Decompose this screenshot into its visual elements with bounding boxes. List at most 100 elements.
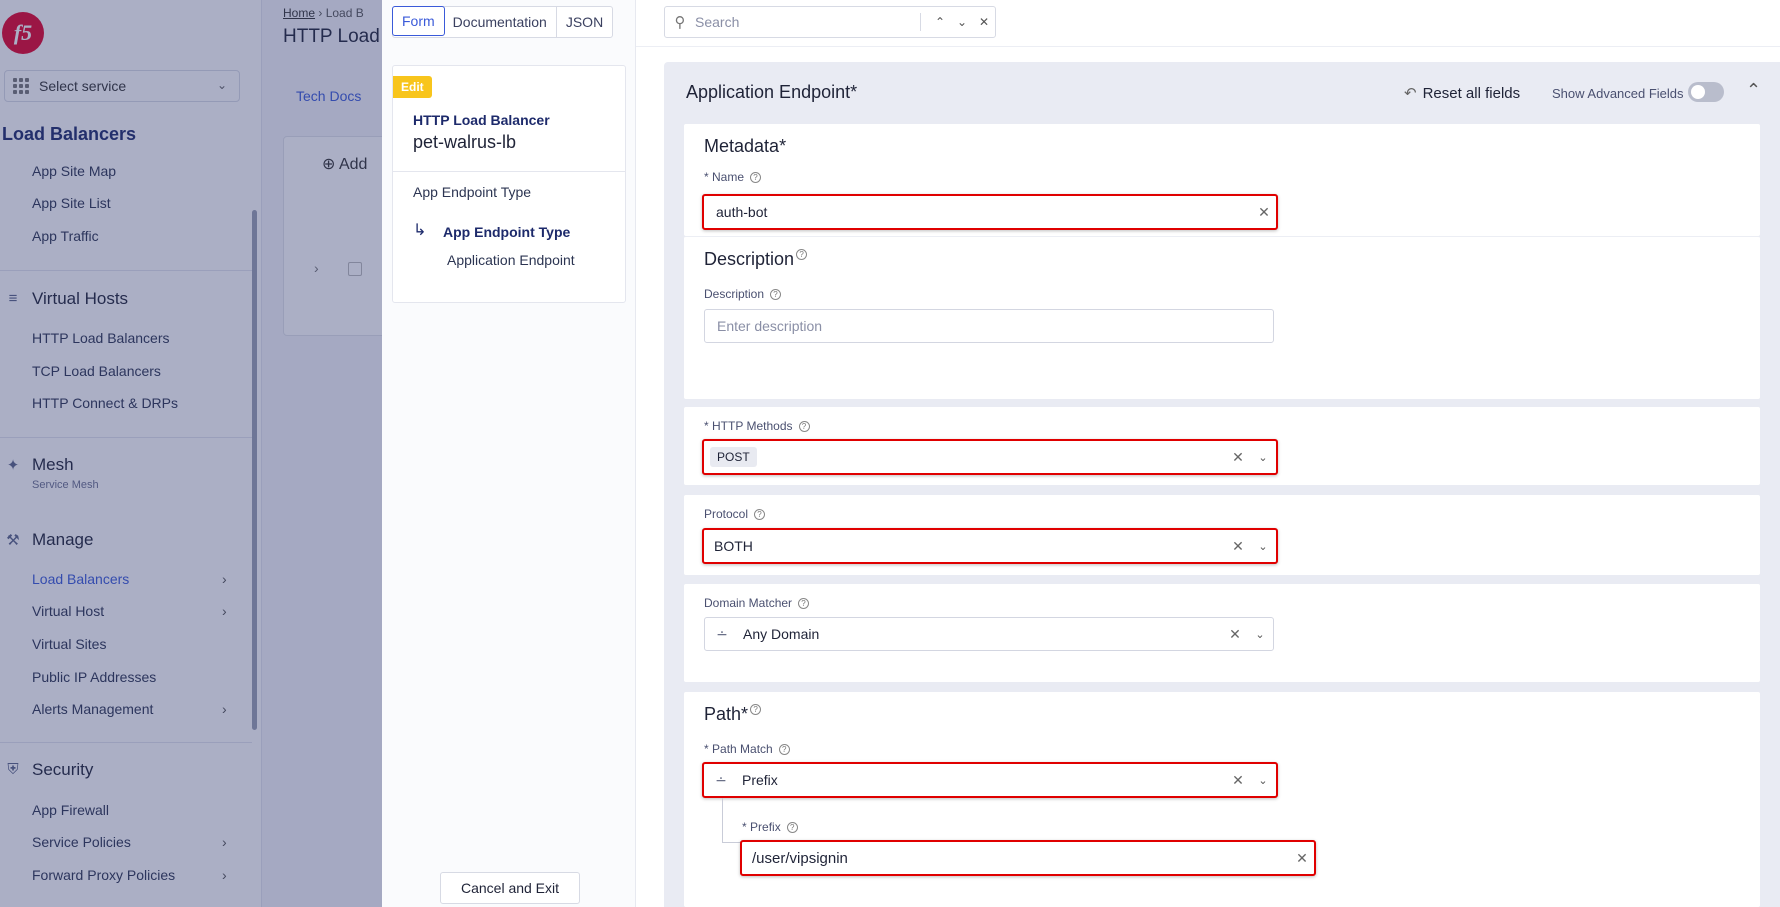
name-label: * Name? (704, 170, 762, 184)
cancel-and-exit-button[interactable]: Cancel and Exit (440, 872, 580, 904)
help-icon[interactable]: ? (796, 249, 808, 260)
protocol-label: Protocol? (704, 507, 766, 521)
help-icon[interactable]: ? (786, 822, 798, 834)
prefix-label-text: Prefix (750, 820, 781, 834)
path-match-label-text: Path Match (712, 742, 773, 756)
tab-json[interactable]: JSON (557, 7, 612, 37)
metadata-title: Metadata* (704, 136, 786, 157)
nav-item-application-endpoint[interactable]: Application Endpoint (447, 252, 575, 268)
http-methods-select[interactable]: POST ✕ ⌄ (702, 439, 1278, 475)
reset-all-fields-button[interactable]: ↶ Reset all fields (1404, 84, 1521, 103)
help-icon[interactable]: ? (754, 509, 766, 521)
reset-label: Reset all fields (1422, 84, 1521, 102)
nav-item-app-endpoint-type-active[interactable]: App Endpoint Type (443, 224, 570, 240)
object-type: HTTP Load Balancer (413, 112, 550, 128)
divider (920, 13, 921, 31)
help-icon[interactable]: ? (750, 172, 762, 184)
description-panel: Description? Description? Enter descript… (684, 236, 1760, 399)
toggle-knob (1691, 85, 1705, 99)
path-match-value: Prefix (742, 772, 778, 788)
tab-form[interactable]: Form (392, 6, 445, 36)
chevron-down-icon[interactable]: ⌄ (1250, 774, 1276, 787)
help-icon[interactable]: ? (798, 598, 810, 610)
description-title: Description? (704, 249, 808, 270)
prefix-value: /user/vipsignin (752, 849, 848, 867)
section-title: Application Endpoint* (686, 82, 857, 103)
drawer-nav-pane: Form Documentation JSON Edit HTTP Load B… (382, 0, 636, 907)
reset-icon: ↶ (1404, 85, 1417, 102)
advanced-fields-toggle[interactable] (1688, 82, 1724, 102)
clear-icon[interactable]: ✕ (1223, 626, 1247, 643)
form-search: ⚲ Search ⌃ ⌄ ✕ (664, 6, 996, 38)
description-label: Description? (704, 287, 782, 301)
sub-arrow-icon: ↳ (413, 222, 427, 239)
protocol-value: BOTH (714, 538, 753, 554)
app-root: f5 Select service ⌄ Load Balancers App S… (0, 0, 1780, 907)
tab-documentation[interactable]: Documentation (444, 7, 557, 37)
help-icon[interactable]: ? (798, 421, 810, 433)
prefix-field[interactable]: /user/vipsignin ✕ (740, 840, 1316, 876)
chevron-down-icon[interactable]: ⌄ (1250, 451, 1276, 464)
http-methods-panel: * HTTP Methods? POST ✕ ⌄ (684, 407, 1760, 485)
http-methods-label: * HTTP Methods? (704, 419, 810, 433)
path-match-label: * Path Match? (704, 742, 790, 756)
clear-icon[interactable]: ✕ (1226, 449, 1250, 466)
domain-matcher-label: Domain Matcher? (704, 596, 810, 610)
protocol-select[interactable]: BOTH ✕ ⌄ (702, 528, 1278, 564)
name-label-text: Name (712, 170, 745, 184)
chevron-down-icon[interactable]: ⌄ (1250, 540, 1276, 553)
matcher-icon: ∸ (715, 771, 727, 788)
application-endpoint-section: Application Endpoint* ↶ Reset all fields … (664, 62, 1780, 907)
name-field[interactable]: auth-bot ✕ (702, 194, 1278, 230)
description-title-text: Description (704, 249, 795, 269)
view-tabs: Form Documentation JSON (392, 6, 614, 38)
overlay-backdrop[interactable] (0, 0, 382, 907)
help-icon[interactable]: ? (770, 289, 782, 301)
http-methods-label-text: HTTP Methods (712, 419, 793, 433)
required-mark: * (779, 136, 787, 156)
divider (393, 171, 625, 172)
matcher-icon: ∸ (716, 625, 728, 642)
tree-connector (722, 798, 740, 843)
description-field[interactable]: Enter description (704, 309, 1274, 343)
nav-item-app-endpoint-type[interactable]: App Endpoint Type (413, 184, 531, 200)
domain-matcher-value: Any Domain (743, 626, 820, 642)
required-mark: * (741, 704, 749, 724)
path-title-text: Path (704, 704, 742, 724)
domain-matcher-panel: Domain Matcher? ∸ Any Domain ✕ ⌄ (684, 584, 1760, 682)
path-match-select[interactable]: ∸ Prefix ✕ ⌄ (702, 762, 1278, 798)
object-name: pet-walrus-lb (413, 132, 517, 152)
chevron-down-icon[interactable]: ⌄ (1247, 628, 1273, 641)
clear-icon[interactable]: ✕ (1226, 772, 1250, 789)
object-nav-card: Edit HTTP Load Balancer pet-walrus-lb Ap… (392, 65, 626, 303)
advanced-fields-label: Show Advanced Fields (1552, 86, 1684, 101)
section-title-text: Application Endpoint (686, 82, 851, 102)
help-icon[interactable]: ? (750, 704, 762, 715)
domain-matcher-label-text: Domain Matcher (704, 596, 793, 610)
divider (636, 46, 1780, 47)
name-value: auth-bot (716, 204, 768, 220)
form-pane: ⚲ Search ⌃ ⌄ ✕ Application Endpoint* ↶ Re… (636, 0, 1780, 907)
description-label-text: Description (704, 287, 765, 301)
prefix-label: * Prefix? (742, 820, 798, 834)
help-icon[interactable]: ? (778, 744, 790, 756)
clear-icon[interactable]: ✕ (1226, 538, 1250, 555)
clear-icon[interactable]: ✕ (1290, 850, 1314, 867)
edit-badge: Edit (393, 76, 432, 98)
protocol-panel: Protocol? BOTH ✕ ⌄ (684, 495, 1760, 575)
required-mark: * (850, 82, 858, 102)
close-icon[interactable]: ✕ (973, 15, 995, 29)
chevron-down-icon[interactable]: ⌄ (951, 15, 973, 29)
domain-matcher-select[interactable]: ∸ Any Domain ✕ ⌄ (704, 617, 1274, 651)
metadata-panel: Metadata* * Name? auth-bot ✕ (684, 124, 1760, 236)
collapse-icon[interactable]: ⌃ (1746, 80, 1761, 101)
description-placeholder: Enter description (717, 318, 823, 334)
edit-drawer: Form Documentation JSON Edit HTTP Load B… (382, 0, 1780, 907)
path-title: Path*? (704, 704, 762, 725)
search-input[interactable]: Search (695, 14, 920, 30)
clear-icon[interactable]: ✕ (1252, 204, 1276, 221)
protocol-label-text: Protocol (704, 507, 749, 521)
path-panel: Path*? * Path Match? ∸ Prefix ✕ ⌄ * Pref… (684, 692, 1760, 907)
method-chip: POST (710, 447, 757, 467)
chevron-up-icon[interactable]: ⌃ (929, 15, 951, 29)
